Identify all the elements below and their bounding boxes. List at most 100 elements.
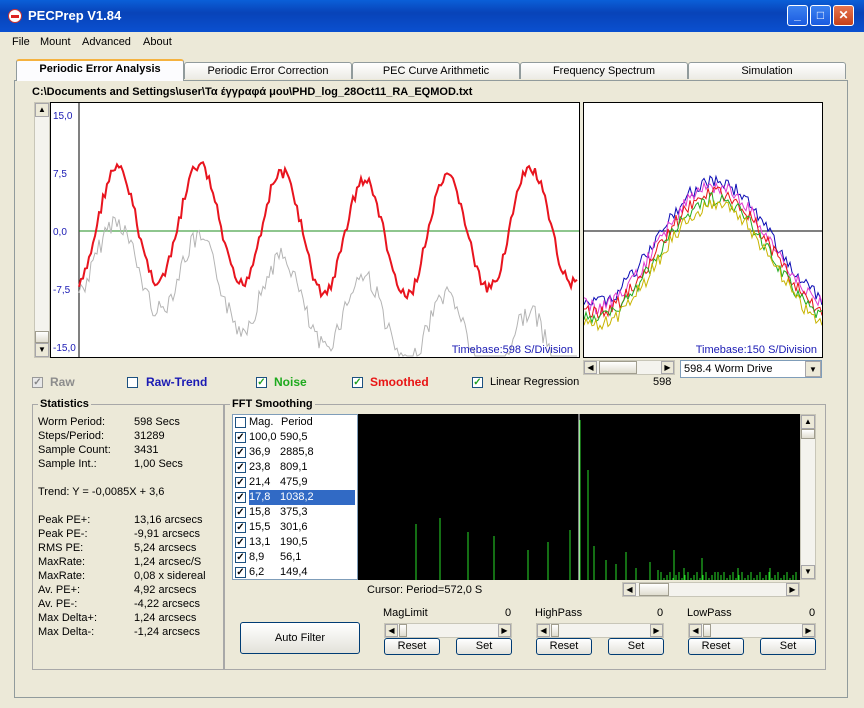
scroll-down-arrow-icon[interactable]: ▼: [801, 565, 815, 579]
maximize-button[interactable]: □: [810, 5, 831, 26]
statistics-title: Statistics: [38, 398, 91, 410]
scroll-left-arrow-icon[interactable]: ◀: [537, 624, 550, 637]
scroll-right-arrow-icon[interactable]: ▶: [786, 583, 799, 596]
smoothed-checkbox[interactable]: ✓: [352, 377, 363, 388]
worm-cycle-line: [584, 174, 822, 308]
scroll-right-arrow-icon[interactable]: ▶: [661, 361, 674, 374]
fft-item-checkbox[interactable]: ✓: [235, 567, 246, 578]
tab-pec-curve-arithmetic[interactable]: PEC Curve Arithmetic: [352, 62, 520, 79]
stat-value: 1,24 arcsec/S: [134, 556, 202, 568]
maglimit-thumb[interactable]: [399, 624, 407, 637]
fft-list-item[interactable]: ✓ 8,9 56,1: [233, 550, 357, 565]
auto-filter-button[interactable]: Auto Filter: [240, 622, 360, 654]
fft-item-checkbox[interactable]: ✓: [235, 507, 246, 518]
minimize-button[interactable]: _: [787, 5, 808, 26]
highpass-slider[interactable]: ◀ ▶: [536, 623, 664, 638]
fft-item-mag: 36,9: [249, 446, 271, 458]
fft-list-item[interactable]: ✓ 6,2 149,4: [233, 565, 357, 579]
tab-periodic-error-correction[interactable]: Periodic Error Correction: [184, 62, 352, 79]
lowpass-label: LowPass: [687, 607, 732, 619]
fft-smoothing-title: FFT Smoothing: [230, 398, 315, 410]
maglimit-label: MagLimit: [383, 607, 428, 619]
menu-about[interactable]: About: [143, 36, 172, 48]
scroll-left-arrow-icon[interactable]: ◀: [689, 624, 702, 637]
fft-item-period: 375,3: [280, 506, 308, 518]
maglimit-set-button[interactable]: Set: [456, 638, 512, 655]
scroll-right-arrow-icon[interactable]: ▶: [650, 624, 663, 637]
fft-item-mag: 100,0: [249, 431, 277, 443]
menu-file[interactable]: File: [12, 36, 30, 48]
highpass-value: 0: [657, 607, 664, 619]
worm-overlay-chart[interactable]: Timebase:150 S/Division: [583, 102, 823, 358]
scroll-up-arrow-icon[interactable]: ▲: [35, 103, 49, 117]
fft-item-checkbox[interactable]: ✓: [235, 462, 246, 473]
fft-list-item[interactable]: ✓ 21,4 475,9: [233, 475, 357, 490]
fft-list-item[interactable]: ✓ 23,8 809,1: [233, 460, 357, 475]
fft-item-checkbox[interactable]: ✓: [235, 492, 246, 503]
spectrum-horizontal-scrollbar[interactable]: ◀ ▶: [622, 582, 800, 597]
lowpass-reset-button[interactable]: Reset: [688, 638, 744, 655]
fft-list-item[interactable]: ✓ 15,8 375,3: [233, 505, 357, 520]
spectrum-vertical-scrollbar[interactable]: ▲ ▼: [800, 414, 816, 580]
worm-drive-select[interactable]: 598.4 Worm Drive ▼: [680, 360, 822, 378]
tab-frequency-spectrum[interactable]: Frequency Spectrum: [520, 62, 688, 79]
fft-item-checkbox[interactable]: ✓: [235, 477, 246, 488]
maglimit-reset-button[interactable]: Reset: [384, 638, 440, 655]
spectrum-scroll-thumb-h[interactable]: [639, 583, 669, 596]
fft-spectrum-plot[interactable]: [358, 414, 800, 580]
scroll-right-arrow-icon[interactable]: ▶: [802, 624, 815, 637]
scroll-right-arrow-icon[interactable]: ▶: [498, 624, 511, 637]
spectrum-scroll-thumb[interactable]: [801, 429, 815, 439]
tab-periodic-error-analysis[interactable]: Periodic Error Analysis: [16, 59, 184, 81]
y-tick-label: 15,0: [53, 111, 73, 122]
maglimit-slider[interactable]: ◀ ▶: [384, 623, 512, 638]
lowpass-slider[interactable]: ◀ ▶: [688, 623, 816, 638]
fft-item-values: 36,9 2885,8: [249, 445, 355, 460]
fft-item-checkbox[interactable]: ✓: [235, 432, 246, 443]
scroll-thumb[interactable]: [35, 331, 49, 343]
menu-advanced[interactable]: Advanced: [82, 36, 131, 48]
stat-label: Av. PE+:: [38, 584, 81, 596]
tab-simulation[interactable]: Simulation: [688, 62, 846, 79]
close-button[interactable]: ✕: [833, 5, 854, 26]
lowpass-set-button[interactable]: Set: [760, 638, 816, 655]
noise-label: Noise: [274, 375, 307, 389]
linear-regression-checkbox[interactable]: ✓: [472, 377, 483, 388]
fft-list-item[interactable]: ✓ 13,1 190,5: [233, 535, 357, 550]
trend-equation: Trend: Y = -0,0085X + 3,6: [38, 486, 165, 498]
fft-list-item[interactable]: ✓ 36,9 2885,8: [233, 445, 357, 460]
fft-list-item[interactable]: ✓ 100,0 590,5: [233, 430, 357, 445]
scroll-left-arrow-icon[interactable]: ◀: [584, 361, 597, 374]
fft-component-list[interactable]: Mag. Period ✓ 100,0 590,5 ✓ 36,9 2885,8 ✓ 23,8 8…: [232, 414, 358, 580]
highpass-set-button[interactable]: Set: [608, 638, 664, 655]
fft-list-item[interactable]: ✓ 15,5 301,6: [233, 520, 357, 535]
lowpass-thumb[interactable]: [703, 624, 711, 637]
select-all-checkbox[interactable]: [235, 417, 246, 428]
fft-item-checkbox[interactable]: ✓: [235, 522, 246, 533]
vertical-scrollbar[interactable]: ▲ ▼: [34, 102, 50, 358]
worm-scroll-thumb[interactable]: [599, 361, 637, 374]
highpass-reset-button[interactable]: Reset: [536, 638, 592, 655]
raw-trend-checkbox[interactable]: [127, 377, 138, 388]
scroll-up-arrow-icon[interactable]: ▲: [801, 415, 815, 429]
worm-drive-select-value: 598.4 Worm Drive: [684, 363, 773, 375]
periodic-error-chart[interactable]: 15,0 7,5 0,0 -7,5 -15,0 Timebase:598 S/Divis…: [50, 102, 580, 358]
scroll-left-arrow-icon[interactable]: ◀: [623, 583, 636, 596]
mag-header: Mag.: [249, 416, 274, 428]
stat-label: Peak PE+:: [38, 514, 91, 526]
highpass-thumb[interactable]: [551, 624, 559, 637]
scroll-down-arrow-icon[interactable]: ▼: [35, 343, 49, 357]
fft-item-checkbox[interactable]: ✓: [235, 552, 246, 563]
dropdown-arrow-icon[interactable]: ▼: [805, 361, 821, 377]
noise-checkbox[interactable]: ✓: [256, 377, 267, 388]
fft-item-period: 56,1: [280, 551, 302, 563]
scroll-left-arrow-icon[interactable]: ◀: [385, 624, 398, 637]
menu-mount[interactable]: Mount: [40, 36, 71, 48]
fft-item-period: 2885,8: [280, 446, 314, 458]
fft-item-checkbox[interactable]: ✓: [235, 447, 246, 458]
fft-item-checkbox[interactable]: ✓: [235, 537, 246, 548]
raw-checkbox[interactable]: ✓: [32, 377, 43, 388]
title-bar[interactable]: PECPrep V1.84 _ □ ✕: [0, 0, 864, 32]
fft-list-item[interactable]: ✓ 17,8 1038,2: [233, 490, 357, 505]
worm-period-scrollbar[interactable]: ◀ ▶: [583, 360, 675, 375]
